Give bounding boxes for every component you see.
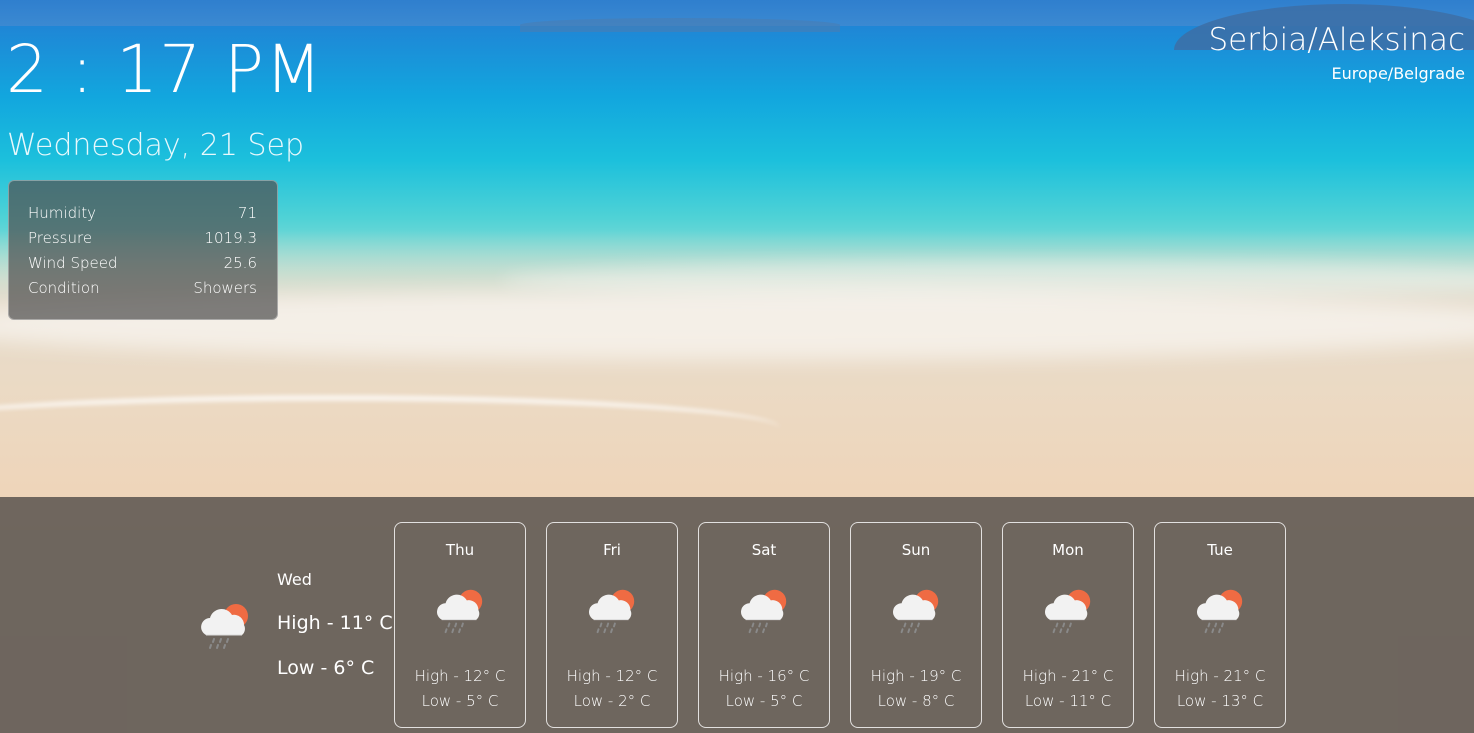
forecast-card-thu: Thu High - 12° C Low - 5° C [394,522,526,728]
forecast-low: Low - 5° C [725,692,803,710]
stat-value: 1019.3 [204,229,258,247]
forecast-low: Low - 13° C [1176,692,1264,710]
forecast-card-mon: Mon High - 21° C Low - 11° C [1002,522,1134,728]
clock-time: 2 : 17 PM [6,31,323,108]
stat-value: Showers [193,279,257,297]
today-high: High - 11° C [277,612,393,634]
rain-cloud-sun-icon [736,583,794,637]
stat-label: Pressure [28,229,93,247]
forecast-day: Thu [445,541,475,559]
weather-stats-panel: Humidity 71 Pressure 1019.3 Wind Speed 2… [8,180,278,320]
rain-cloud-sun-icon [1040,583,1098,637]
forecast-high: High - 21° C [1022,667,1114,685]
rain-cloud-sun-icon [1192,583,1250,637]
forecast-high: High - 16° C [718,667,810,685]
forecast-low: Low - 8° C [877,692,955,710]
forecast-low: Low - 11° C [1024,692,1112,710]
today-day: Wed [277,570,312,589]
forecast-day: Tue [1207,541,1233,559]
rain-cloud-sun-icon [888,583,946,637]
location-timezone: Europe/Belgrade [1331,64,1465,83]
stat-humidity: Humidity 71 [28,201,257,226]
forecast-bar: Wed High - 11° C Low - 6° C Thu High - 1… [0,497,1474,733]
forecast-day: Mon [1052,541,1084,559]
stat-label: Humidity [28,204,97,222]
forecast-card-sat: Sat High - 16° C Low - 5° C [698,522,830,728]
rain-cloud-sun-icon [584,583,642,637]
rain-cloud-sun-icon [432,583,490,637]
forecast-high: High - 12° C [414,667,506,685]
stat-condition: Condition Showers [28,276,257,301]
forecast-card-tue: Tue High - 21° C Low - 13° C [1154,522,1286,728]
forecast-high: High - 19° C [870,667,962,685]
forecast-day: Sat [751,541,777,559]
stat-value: 71 [237,204,257,222]
forecast-card-fri: Fri High - 12° C Low - 2° C [546,522,678,728]
forecast-day: Sun [901,541,931,559]
forecast-card-sun: Sun High - 19° C Low - 8° C [850,522,982,728]
stat-value: 25.6 [223,254,257,272]
location-block: Serbia/Aleksinac Europe/Belgrade [1208,20,1465,88]
clock-date: Wednesday, 21 Sep [7,128,305,163]
location-city: Serbia/Aleksinac [1208,22,1465,58]
stat-label: Condition [28,279,100,297]
stat-pressure: Pressure 1019.3 [28,226,257,251]
forecast-high: High - 21° C [1174,667,1266,685]
rain-cloud-sun-icon [196,597,256,653]
forecast-low: Low - 5° C [421,692,499,710]
forecast-day: Fri [603,541,621,559]
today-low: Low - 6° C [277,657,375,679]
forecast-low: Low - 2° C [573,692,651,710]
forecast-high: High - 12° C [566,667,658,685]
stat-wind-speed: Wind Speed 25.6 [28,251,257,276]
stat-label: Wind Speed [28,254,118,272]
